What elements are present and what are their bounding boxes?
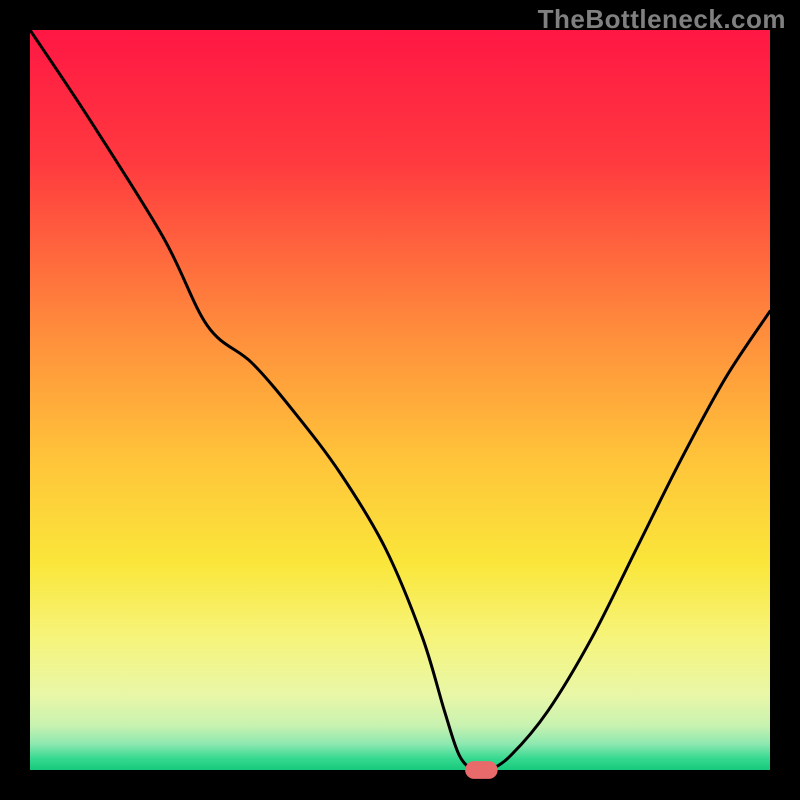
chart-frame: TheBottleneck.com	[0, 0, 800, 800]
gradient-background	[30, 30, 770, 770]
bottleneck-chart	[0, 0, 800, 800]
optimal-marker	[465, 761, 498, 779]
watermark-text: TheBottleneck.com	[538, 4, 786, 35]
